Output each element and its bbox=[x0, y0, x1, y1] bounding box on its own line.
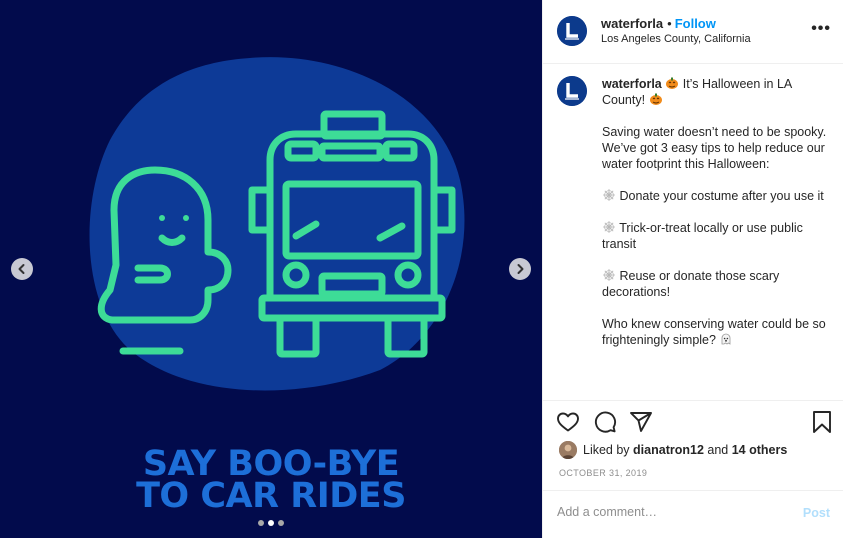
like-button[interactable] bbox=[556, 410, 580, 439]
more-options-button[interactable]: ••• bbox=[811, 20, 831, 38]
carousel-indicator bbox=[0, 520, 542, 526]
ghost-eye-left bbox=[159, 215, 165, 221]
jack-o-lantern-icon bbox=[666, 77, 679, 89]
comment-form: Post bbox=[543, 490, 843, 538]
caption-paragraph: Saving water doesn’t need to be spooky. … bbox=[602, 125, 827, 171]
comment-icon bbox=[594, 411, 617, 433]
header-user-line: waterforla • Follow bbox=[601, 16, 716, 31]
user-photo-icon bbox=[559, 441, 577, 459]
avatar[interactable] bbox=[557, 16, 587, 46]
save-button[interactable] bbox=[810, 410, 834, 439]
la-county-logo-icon bbox=[557, 76, 587, 106]
comment-button[interactable] bbox=[593, 410, 617, 439]
carousel-prev-button[interactable] bbox=[11, 258, 33, 280]
chevron-left-icon bbox=[18, 264, 25, 274]
share-icon bbox=[630, 412, 652, 432]
ghost-emoji-icon bbox=[722, 333, 731, 345]
ghost-eye-right bbox=[183, 215, 189, 221]
jack-o-lantern-icon bbox=[649, 93, 662, 105]
caption-section: waterforla It’s Halloween in LA County! … bbox=[543, 64, 843, 400]
tip-1: Donate your costume after you use it bbox=[619, 189, 824, 203]
separator-dot: • bbox=[667, 16, 672, 31]
username-link[interactable]: waterforla bbox=[601, 16, 663, 31]
share-button[interactable] bbox=[629, 410, 653, 439]
post-date[interactable]: October 31, 2019 bbox=[559, 468, 647, 478]
caption-text: waterforla It’s Halloween in LA County! … bbox=[602, 76, 834, 348]
chevron-right-icon bbox=[517, 264, 524, 274]
carousel-dot bbox=[258, 520, 264, 526]
carousel-dot bbox=[278, 520, 284, 526]
post-actions: Liked by dianatron12 and 14 others Octob… bbox=[543, 400, 843, 490]
others-link[interactable]: 14 others bbox=[732, 443, 788, 457]
heart-icon bbox=[557, 412, 579, 432]
caption-closing: Who knew conserving water could be so fr… bbox=[602, 317, 826, 347]
liked-by-and: and bbox=[707, 443, 729, 457]
spider-web-icon bbox=[603, 221, 615, 233]
carousel-dot-active bbox=[268, 520, 274, 526]
follow-button[interactable]: Follow bbox=[675, 16, 716, 31]
post-side-panel: waterforla • Follow Los Angeles County, Ca… bbox=[542, 0, 843, 538]
slogan-line-2: TO CAR RIDES bbox=[136, 476, 406, 516]
caption-username-link[interactable]: waterforla bbox=[602, 77, 662, 91]
spider-web-icon bbox=[603, 189, 615, 201]
tip-2: Trick-or-treat locally or use public tra… bbox=[602, 221, 803, 251]
liker-avatar[interactable] bbox=[559, 441, 577, 459]
avatar[interactable] bbox=[557, 76, 587, 106]
post-comment-button[interactable]: Post bbox=[803, 506, 830, 520]
likes-summary: Liked by dianatron12 and 14 others bbox=[559, 441, 787, 459]
post-media: SAY BOO-BYE TO CAR RIDES bbox=[0, 0, 542, 538]
location-link[interactable]: Los Angeles County, California bbox=[601, 33, 751, 45]
tip-3: Reuse or donate those scary decorations! bbox=[602, 269, 780, 299]
la-county-logo-icon bbox=[557, 16, 587, 46]
liked-by-prefix: Liked by bbox=[583, 443, 630, 457]
spider-web-icon bbox=[603, 269, 615, 281]
bookmark-icon bbox=[813, 411, 831, 433]
post-header: waterforla • Follow Los Angeles County, Ca… bbox=[543, 0, 843, 64]
comment-input[interactable] bbox=[557, 505, 777, 519]
carousel-next-button[interactable] bbox=[509, 258, 531, 280]
liked-by-user-link[interactable]: dianatron12 bbox=[633, 443, 704, 457]
